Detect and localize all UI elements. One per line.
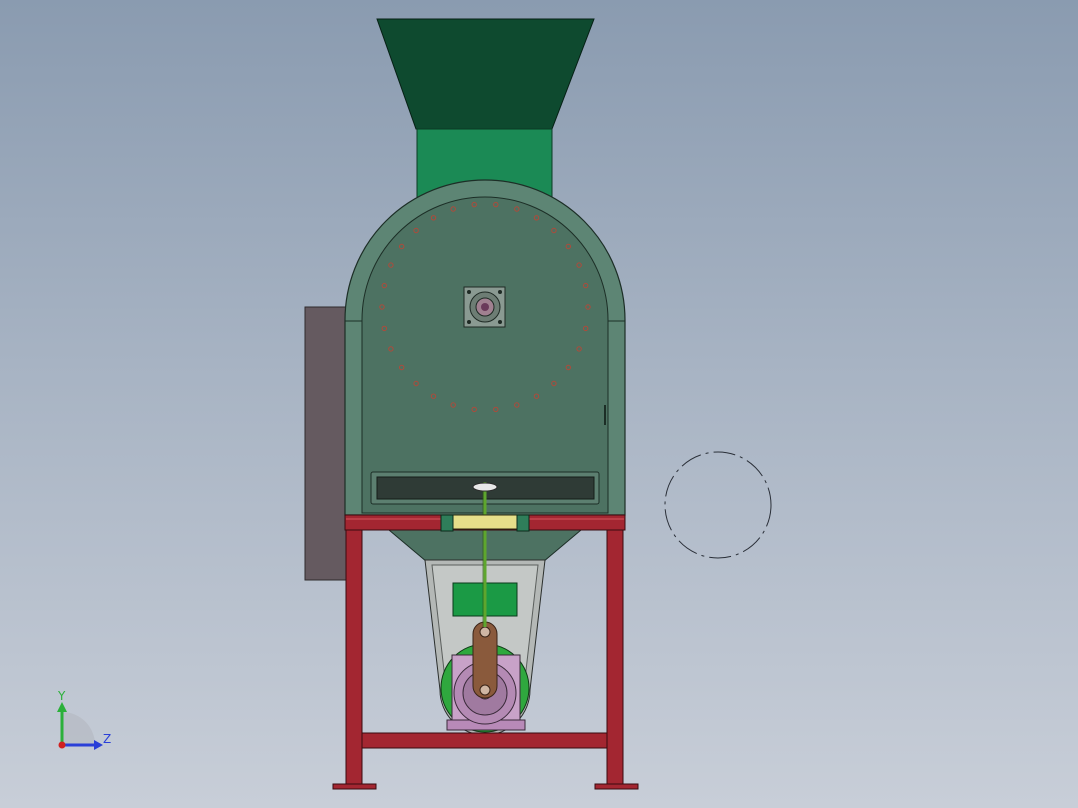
foot-right[interactable] bbox=[594, 783, 639, 790]
model-view[interactable]: Y Z bbox=[0, 0, 1078, 808]
y-axis-label: Y bbox=[57, 689, 66, 703]
rod-eye[interactable] bbox=[472, 482, 498, 492]
pivot-shaft[interactable] bbox=[440, 514, 530, 532]
frame-leg-left[interactable] bbox=[345, 529, 363, 787]
coordinate-triad: Y Z bbox=[57, 689, 111, 750]
graphics-viewport[interactable]: Y Z bbox=[0, 0, 1078, 808]
bearing-housing[interactable] bbox=[463, 286, 506, 328]
frame-bottom-beam[interactable] bbox=[361, 732, 608, 749]
foot-left[interactable] bbox=[332, 783, 377, 790]
frame-leg-right[interactable] bbox=[606, 529, 624, 787]
side-panel[interactable] bbox=[304, 306, 348, 581]
feed-hopper[interactable] bbox=[376, 18, 595, 130]
z-axis-label: Z bbox=[103, 732, 111, 746]
crank-arm[interactable] bbox=[472, 621, 498, 699]
reference-sketch-circle[interactable] bbox=[664, 451, 772, 559]
drum-housing-inner[interactable] bbox=[361, 196, 609, 514]
